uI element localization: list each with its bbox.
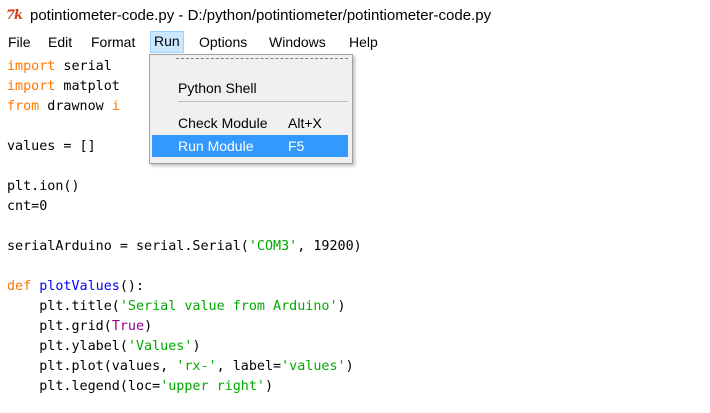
code-line: plt.plot(values, 'rx-', label='values') bbox=[7, 359, 354, 374]
definition-token: plotValues bbox=[39, 279, 120, 294]
string-token: 'values' bbox=[281, 359, 346, 374]
menu-separator bbox=[178, 101, 348, 102]
code-line: plt.grid(True) bbox=[7, 319, 153, 334]
menu-bar: File Edit Format Run Options Windows Hel… bbox=[0, 30, 710, 54]
menu-file[interactable]: File bbox=[5, 32, 34, 52]
keyword-token: import bbox=[7, 79, 56, 94]
code-line: plt.ylabel('Values') bbox=[7, 339, 201, 354]
menu-windows[interactable]: Windows bbox=[266, 32, 329, 52]
code-line: plt.legend(loc='upper right') bbox=[7, 379, 274, 394]
menu-item-label: Check Module bbox=[178, 115, 268, 131]
string-token: 'upper right' bbox=[160, 379, 265, 394]
code-line: plt.ion() bbox=[7, 179, 80, 194]
code-line: cnt=0 bbox=[7, 199, 48, 214]
menu-item-python-shell[interactable]: Python Shell bbox=[152, 77, 348, 99]
idle-feather-icon: 7k bbox=[6, 8, 23, 23]
keyword-token: def bbox=[7, 279, 32, 294]
code-line: import matplot bbox=[7, 79, 120, 94]
keyword-token: i bbox=[111, 99, 120, 114]
keyword-token: import bbox=[7, 59, 56, 74]
menu-item-check-module[interactable]: Check Module Alt+X bbox=[152, 112, 348, 134]
menu-edit[interactable]: Edit bbox=[45, 32, 75, 52]
code-line: import serial bbox=[7, 59, 112, 74]
window-title: potintiometer-code.py - D:/python/potint… bbox=[30, 6, 492, 24]
code-line: values = [] bbox=[7, 139, 96, 154]
title-bar: 7k potintiometer-code.py - D:/python/pot… bbox=[0, 0, 710, 30]
menu-item-label: Run Module bbox=[178, 138, 254, 154]
menu-options[interactable]: Options bbox=[196, 32, 250, 52]
code-line: def plotValues(): bbox=[7, 279, 145, 294]
string-token: 'Values' bbox=[127, 339, 193, 354]
menu-help[interactable]: Help bbox=[346, 32, 381, 52]
run-menu-dropdown: Python Shell Check Module Alt+X Run Modu… bbox=[149, 54, 353, 164]
keyword-token: from bbox=[7, 99, 40, 114]
menu-item-run-module[interactable]: Run Module F5 bbox=[152, 135, 348, 157]
menu-item-shortcut: Alt+X bbox=[288, 115, 322, 131]
string-token: 'COM3' bbox=[248, 239, 298, 254]
builtin-token: True bbox=[111, 319, 145, 334]
code-line: from drawnow i bbox=[7, 99, 120, 114]
menu-item-shortcut: F5 bbox=[288, 138, 305, 154]
string-token: 'rx-' bbox=[176, 359, 217, 374]
code-line: plt.title('Serial value from Arduino') bbox=[7, 299, 346, 314]
menu-format[interactable]: Format bbox=[88, 32, 138, 52]
menu-item-label: Python Shell bbox=[178, 80, 257, 96]
string-token: 'Serial value from Arduino' bbox=[119, 299, 338, 314]
menu-run[interactable]: Run bbox=[150, 31, 184, 53]
tearoff-line[interactable] bbox=[176, 58, 348, 59]
code-line: serialArduino = serial.Serial('COM3', 19… bbox=[7, 239, 362, 254]
